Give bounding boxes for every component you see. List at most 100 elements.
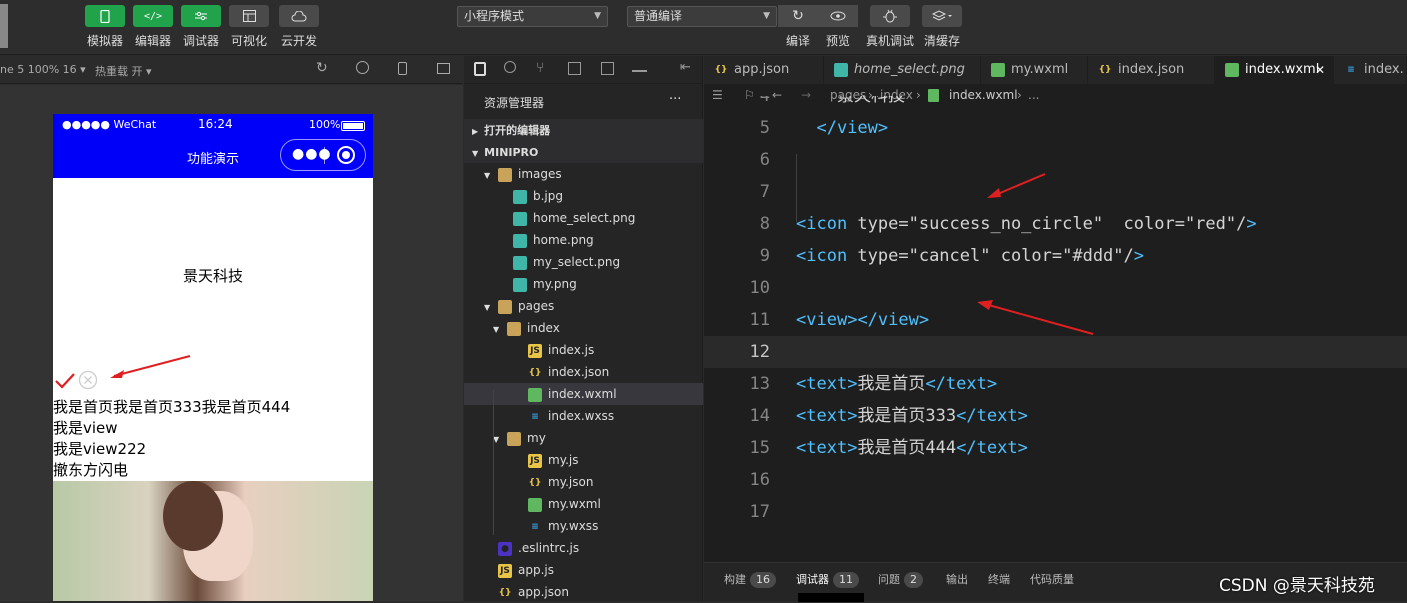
close-icon[interactable]: ✕ xyxy=(1315,56,1325,84)
phone-icon xyxy=(100,9,110,23)
code-line[interactable]: 13 <text>我是首页</text> xyxy=(704,368,1407,400)
chevron-down-icon: ▼ xyxy=(493,435,500,444)
close-target-icon[interactable] xyxy=(337,146,355,164)
tree-item-index-wxss[interactable]: ≡ index.wxss xyxy=(464,405,703,427)
tree-item-label: my.wxss xyxy=(548,519,599,533)
mode-select[interactable]: 小程序模式 ▼ xyxy=(457,6,608,27)
avatar[interactable] xyxy=(0,4,8,48)
tree-item-b-jpg[interactable]: b.jpg xyxy=(464,185,703,207)
panel-icon[interactable] xyxy=(601,62,614,75)
bottom-tab-label: 构建 xyxy=(724,573,746,586)
code-line[interactable]: 14 <text>我是首页333</text> xyxy=(704,400,1407,432)
bottom-tab-label: 代码质量 xyxy=(1030,573,1074,586)
tree-item-label: app.json xyxy=(518,585,569,599)
source-control-icon[interactable]: ⑂ xyxy=(536,60,544,76)
extensions-icon[interactable] xyxy=(568,62,581,75)
project-section[interactable]: ▼ MINIPRO xyxy=(464,141,703,163)
code-line[interactable]: 17 xyxy=(704,496,1407,528)
editor-toggle-button[interactable]: </> xyxy=(133,5,173,27)
chevron-down-icon: ▼ xyxy=(472,149,479,158)
refresh-icon: ↻ xyxy=(792,8,804,24)
clear-cache-button[interactable] xyxy=(922,5,962,27)
code-line[interactable]: 8 <icon type="success_no_circle" color="r… xyxy=(704,208,1407,240)
refresh-sim-icon[interactable]: ↻ xyxy=(316,60,328,76)
tree-item-label: index.wxml xyxy=(548,387,617,401)
bottom-tab-0[interactable]: 构建 16 xyxy=(724,571,776,588)
record-icon[interactable] xyxy=(356,61,369,74)
sliders-icon xyxy=(195,11,207,21)
tree-item-images[interactable]: ▼ images xyxy=(464,163,703,185)
popout-icon[interactable] xyxy=(437,63,450,74)
tab-app-json[interactable]: {} app.json xyxy=(704,56,824,84)
tab-label: home_select.png xyxy=(854,62,965,77)
visual-toggle-button[interactable] xyxy=(229,5,269,27)
tree-item-my-select-png[interactable]: my_select.png xyxy=(464,251,703,273)
tab-home-select-png[interactable]: home_select.png xyxy=(824,56,981,84)
layers-icon xyxy=(932,10,952,21)
image-file-icon xyxy=(513,255,527,270)
compile-select[interactable]: 普通编译 ▼ xyxy=(627,6,777,27)
tree-item-app-json[interactable]: {} app.json xyxy=(464,581,703,603)
compile-button[interactable]: ↻ xyxy=(778,5,818,27)
docker-icon[interactable] xyxy=(632,62,647,72)
text-line: 撤东方闪电 xyxy=(53,461,129,479)
tree-item-my-wxss[interactable]: ≡ my.wxss xyxy=(464,515,703,537)
phone-status-bar: ●●●●● WeChat 16:24 100% xyxy=(53,114,373,136)
tab-index-json[interactable]: {} index.json xyxy=(1088,56,1215,84)
device-select[interactable]: ne 5 100% 16 ▾ xyxy=(0,63,86,76)
code-line[interactable]: 6 xyxy=(704,144,1407,176)
wxml-file-icon xyxy=(991,63,1005,77)
tree-item-index-wxml[interactable]: index.wxml xyxy=(464,383,703,405)
tree-item-my-js[interactable]: JS my.js xyxy=(464,449,703,471)
code-line[interactable]: 7 xyxy=(704,176,1407,208)
tree-item-index-json[interactable]: {} index.json xyxy=(464,361,703,383)
debugger-toggle-button[interactable] xyxy=(181,5,221,27)
bottom-tab-2[interactable]: 问题 2 xyxy=(878,571,923,588)
simulator-toggle-button[interactable] xyxy=(85,5,125,27)
tree-item-index-js[interactable]: JS index.js xyxy=(464,339,703,361)
tab-index-[interactable]: ≡ index. xyxy=(1334,56,1407,84)
remote-debug-label: 真机调试 xyxy=(865,34,914,48)
explorer-more-button[interactable]: ··· xyxy=(669,92,681,107)
tree-item-pages[interactable]: ▼ pages xyxy=(464,295,703,317)
code-line[interactable]: 5 </view> xyxy=(704,112,1407,144)
hot-reload-toggle[interactable]: 热重载 开 ▾ xyxy=(95,63,152,79)
eslint-file-icon: ● xyxy=(498,541,512,556)
code-line[interactable]: 4 景天科技 xyxy=(704,96,1407,112)
tree-item-my-png[interactable]: my.png xyxy=(464,273,703,295)
simulator-toolbar: ne 5 100% 16 ▾ 热重载 开 ▾ ↻ xyxy=(0,56,463,84)
files-icon[interactable] xyxy=(474,62,486,76)
code-line[interactable]: 12 xyxy=(704,336,1407,368)
bottom-tab-3[interactable]: 输出 xyxy=(946,571,968,587)
tab-index-wxml[interactable]: index.wxml ✕ xyxy=(1215,56,1334,84)
tree-item-label: images xyxy=(518,167,562,181)
bottom-tab-4[interactable]: 终端 xyxy=(988,571,1010,587)
tree-item-my-wxml[interactable]: my.wxml xyxy=(464,493,703,515)
eye-icon xyxy=(830,11,846,21)
collapse-panel-icon[interactable]: ⇤ xyxy=(680,60,691,75)
remote-debug-button[interactable] xyxy=(870,5,910,27)
code-line[interactable]: 15 <text>我是首页444</text> xyxy=(704,432,1407,464)
tab-my-wxml[interactable]: my.wxml xyxy=(981,56,1088,84)
more-dots-icon[interactable]: ●●● xyxy=(292,146,332,162)
capsule-menu[interactable]: ●●● xyxy=(280,139,366,171)
cloud-dev-button[interactable] xyxy=(279,5,319,27)
json-file-icon: {} xyxy=(714,65,728,75)
preview-button[interactable] xyxy=(818,5,858,27)
code-line[interactable]: 16 xyxy=(704,464,1407,496)
wxss-file-icon: ≡ xyxy=(1347,65,1355,75)
bottom-tab-5[interactable]: 代码质量 xyxy=(1030,571,1074,587)
tree-item-home-png[interactable]: home.png xyxy=(464,229,703,251)
tree-item-my[interactable]: ▼ my xyxy=(464,427,703,449)
tree-item-home-select-png[interactable]: home_select.png xyxy=(464,207,703,229)
search-icon[interactable] xyxy=(504,61,516,73)
code-line[interactable]: 9 <icon type="cancel" color="#ddd"/> xyxy=(704,240,1407,272)
tree-item-my-json[interactable]: {} my.json xyxy=(464,471,703,493)
tree-item--eslintrc-js[interactable]: ● .eslintrc.js xyxy=(464,537,703,559)
phone-frame-icon[interactable] xyxy=(398,62,407,75)
cancel-circle-icon xyxy=(78,370,98,390)
open-editors-section[interactable]: ▶ 打开的编辑器 xyxy=(464,119,703,141)
bottom-tab-1[interactable]: 调试器 11 xyxy=(796,571,859,588)
tree-item-index[interactable]: ▼ index xyxy=(464,317,703,339)
tree-item-app-js[interactable]: JS app.js xyxy=(464,559,703,581)
